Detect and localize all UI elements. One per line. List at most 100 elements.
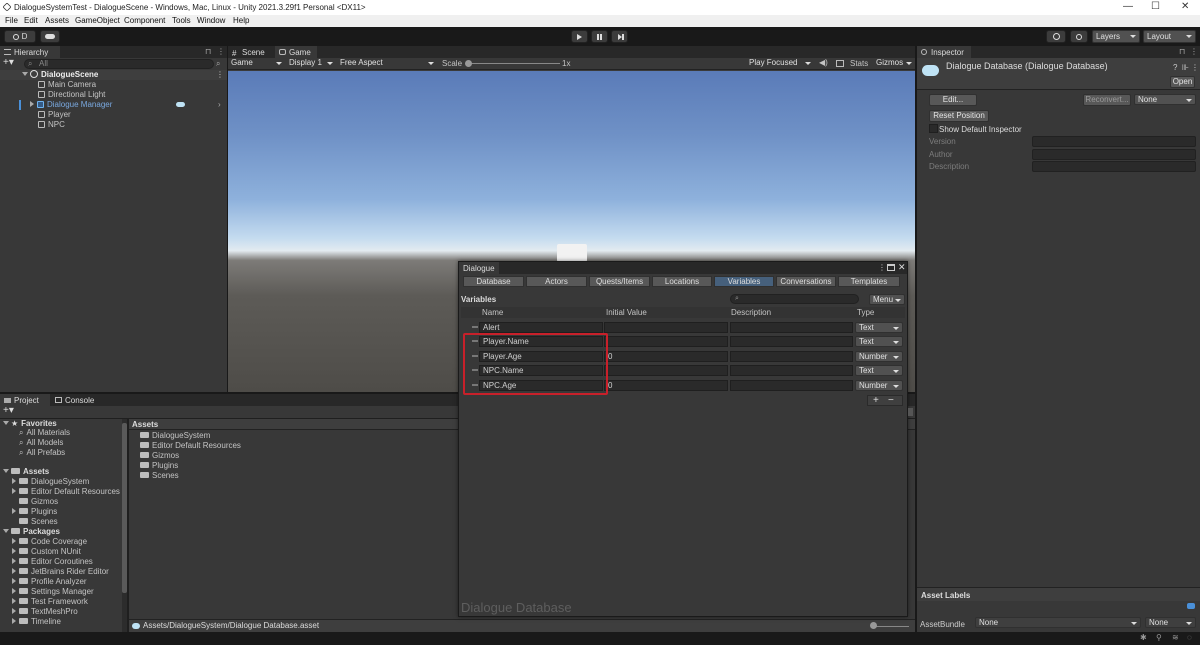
tab-game[interactable]: Game [275, 46, 317, 58]
play-focused-dropdown[interactable]: Play Focused [746, 58, 814, 69]
variable-description-field[interactable] [730, 380, 853, 391]
step-button[interactable] [611, 30, 628, 43]
scale-slider-handle[interactable] [465, 60, 472, 67]
status-icon-1[interactable]: ✱ [1140, 633, 1147, 642]
menu-help[interactable]: Help [233, 16, 249, 25]
scene-search-icon[interactable]: ⌕ [216, 59, 220, 69]
close-window-button[interactable]: ✕ [1181, 1, 1189, 12]
lock-icon[interactable]: ⊓ [1179, 47, 1185, 56]
tree-item-gizmos[interactable]: Gizmos [19, 497, 58, 507]
reset-position-button[interactable]: Reset Position [929, 110, 989, 122]
package-custom-nunit[interactable]: Custom NUnit [12, 547, 81, 557]
keyboard-icon[interactable] [836, 60, 844, 67]
project-split-divider[interactable] [127, 419, 129, 632]
open-button[interactable]: Open [1170, 76, 1195, 88]
layers-dropdown[interactable]: Layers [1092, 30, 1140, 43]
variable-type-dropdown[interactable]: Text [855, 336, 903, 347]
tree-item-scenes[interactable]: Scenes [19, 517, 58, 527]
variable-initial-field[interactable] [604, 336, 728, 347]
more-options-icon[interactable]: ⋮ [1190, 47, 1198, 56]
play-button[interactable] [571, 30, 588, 43]
asset-folder-editor-default-resources[interactable]: Editor Default Resources [140, 441, 241, 451]
add-variable-button[interactable]: + [873, 395, 879, 406]
asset-folder-plugins[interactable]: Plugins [140, 461, 178, 471]
drag-handle-icon[interactable] [472, 369, 478, 371]
variable-type-dropdown[interactable]: Text [855, 322, 903, 333]
package-jetbrains-rider[interactable]: JetBrains Rider Editor [12, 567, 109, 577]
maximize-icon[interactable] [887, 264, 895, 271]
asset-folder-scenes[interactable]: Scenes [140, 471, 179, 481]
gizmos-dropdown[interactable]: Gizmos [873, 58, 915, 69]
favorite-all-models[interactable]: ⌕ All Models [19, 438, 63, 448]
maximize-button[interactable]: ☐ [1151, 1, 1160, 12]
variable-description-field[interactable] [730, 365, 853, 376]
cloud-button[interactable] [40, 30, 60, 43]
account-button[interactable]: D [4, 30, 36, 43]
convert-target-dropdown[interactable]: None [1134, 94, 1196, 105]
variable-type-dropdown[interactable]: Number [855, 351, 903, 362]
tab-inspector[interactable]: Inspector [917, 46, 971, 58]
asset-folder-gizmos[interactable]: Gizmos [140, 451, 179, 461]
variables-search-input[interactable]: ⌕ [730, 294, 859, 304]
variable-description-field[interactable] [730, 336, 853, 347]
variable-description-field[interactable] [730, 351, 853, 362]
assets-tree-header[interactable]: Assets [3, 467, 49, 477]
scene-row[interactable]: DialogueScene ⋮ [0, 70, 227, 80]
description-field[interactable] [1032, 161, 1196, 172]
tab-conversations[interactable]: Conversations [776, 276, 836, 287]
tree-item-plugins[interactable]: Plugins [12, 507, 57, 517]
author-field[interactable] [1032, 149, 1196, 160]
package-textmeshpro[interactable]: TextMeshPro [12, 607, 78, 617]
packages-header[interactable]: Packages [3, 527, 60, 537]
chevron-right-icon[interactable]: › [218, 100, 221, 109]
asset-folder-dialoguesystem[interactable]: DialogueSystem [140, 431, 210, 441]
status-icon-4[interactable]: ◌ [1187, 633, 1192, 642]
project-create-button[interactable]: +▾ [3, 405, 14, 416]
variable-initial-field[interactable] [604, 322, 728, 333]
hierarchy-search-input[interactable]: All [24, 59, 214, 69]
menu-edit[interactable]: Edit [24, 16, 38, 25]
menu-file[interactable]: File [5, 16, 18, 25]
package-test-framework[interactable]: Test Framework [12, 597, 88, 607]
lock-icon[interactable]: ⊓ [205, 47, 211, 56]
menu-gameobject[interactable]: GameObject [75, 16, 120, 25]
display-dropdown[interactable]: Display 1 [286, 58, 336, 69]
game-view-dropdown[interactable]: Game [228, 58, 285, 69]
tab-console[interactable]: Console [51, 394, 99, 406]
help-icon[interactable]: ? [1173, 63, 1177, 72]
remove-variable-button[interactable]: − [888, 395, 894, 406]
variant-dropdown[interactable]: None [1145, 617, 1196, 628]
tab-scene[interactable]: # Scene [228, 46, 274, 58]
close-icon[interactable]: ✕ [898, 262, 906, 273]
variable-description-field[interactable] [730, 322, 853, 333]
menu-tools[interactable]: Tools [172, 16, 191, 25]
show-default-checkbox[interactable] [929, 124, 938, 133]
more-options-icon[interactable]: ⋮ [217, 47, 225, 56]
edit-button[interactable]: Edit... [929, 94, 977, 106]
context-menu-icon[interactable]: ⋮ [1191, 63, 1199, 72]
settings-icon[interactable]: ⊪ [1182, 63, 1189, 72]
variable-name-field[interactable]: NPC.Age [479, 380, 603, 391]
speaker-icon[interactable]: ◀) [819, 58, 828, 67]
drag-handle-icon[interactable] [472, 340, 478, 342]
status-icon-2[interactable]: ⚲ [1156, 633, 1162, 642]
icon-size-slider-handle[interactable] [870, 622, 877, 629]
hierarchy-item-main-camera[interactable]: Main Camera [38, 80, 96, 90]
search-button[interactable] [1070, 30, 1088, 43]
tab-database[interactable]: Database [463, 276, 524, 287]
variable-initial-field[interactable] [604, 365, 728, 376]
tab-dialogue[interactable]: Dialogue [459, 262, 499, 274]
variable-type-dropdown[interactable]: Number [855, 380, 903, 391]
tab-actors[interactable]: Actors [526, 276, 587, 287]
variable-type-dropdown[interactable]: Text [855, 365, 903, 376]
package-editor-coroutines[interactable]: Editor Coroutines [12, 557, 93, 567]
scene-menu-icon[interactable]: ⋮ [216, 70, 224, 79]
hierarchy-item-directional-light[interactable]: Directional Light [38, 90, 105, 100]
history-button[interactable] [1046, 30, 1066, 43]
reconvert-button[interactable]: Reconvert... [1083, 94, 1131, 106]
variable-initial-field[interactable]: 0 [604, 380, 728, 391]
package-profile-analyzer[interactable]: Profile Analyzer [12, 577, 87, 587]
hierarchy-item-dialogue-manager[interactable]: Dialogue Manager [30, 100, 112, 110]
assetbundle-dropdown[interactable]: None [975, 617, 1141, 628]
package-settings-manager[interactable]: Settings Manager [12, 587, 94, 597]
